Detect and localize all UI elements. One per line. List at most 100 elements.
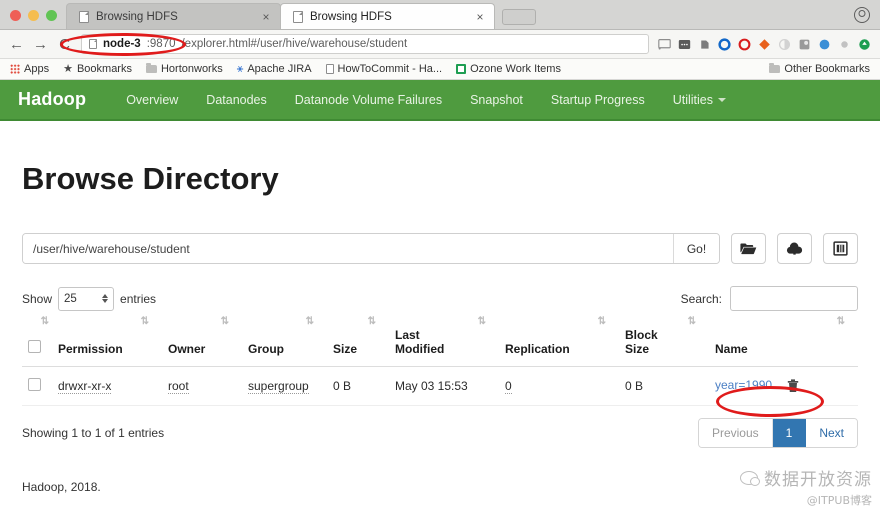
column-name[interactable]: ⇅ Name <box>709 325 858 366</box>
hadoop-brand[interactable]: Hadoop <box>18 89 86 110</box>
nav-item-overview[interactable]: Overview <box>112 93 192 107</box>
page-footer: Hadoop, 2018. <box>22 480 858 494</box>
evernote-icon[interactable] <box>698 38 711 51</box>
trash-icon[interactable] <box>787 379 799 393</box>
sort-icon[interactable]: ⇅ <box>688 316 695 328</box>
cut-paste-button[interactable] <box>823 233 858 264</box>
grey-dot-icon[interactable] <box>838 38 851 51</box>
close-window-button[interactable] <box>10 10 21 21</box>
maximize-window-button[interactable] <box>46 10 57 21</box>
sort-icon[interactable]: ⇅ <box>141 316 148 328</box>
reload-button[interactable]: C <box>57 37 72 52</box>
nav-item-datanode-volume-failures[interactable]: Datanode Volume Failures <box>281 93 456 107</box>
minimize-window-button[interactable] <box>28 10 39 21</box>
tab-strip: Browsing HDFS × Browsing HDFS × <box>0 0 880 30</box>
cell-permission: drwxr-xr-x <box>52 366 162 405</box>
path-input-group: Go! <box>22 233 720 264</box>
url-port: :9870 <box>147 38 176 50</box>
sort-icon[interactable]: ⇅ <box>478 316 485 328</box>
show-entries-control: Show 25 entries <box>22 287 156 311</box>
column-owner[interactable]: ⇅ Owner <box>162 325 242 366</box>
select-all-checkbox[interactable] <box>28 340 41 353</box>
pagination-page-1[interactable]: 1 <box>773 419 807 447</box>
nav-item-startup-progress[interactable]: Startup Progress <box>537 93 659 107</box>
orange-diamond-icon[interactable] <box>758 38 771 51</box>
forward-button[interactable]: → <box>33 37 48 52</box>
bookmark-howtocommit[interactable]: HowToCommit - Ha... <box>326 63 443 75</box>
cell-owner: root <box>162 366 242 405</box>
files-table-body: drwxr-xr-x root supergroup 0 B May 03 15… <box>22 366 858 405</box>
nav-item-datanodes[interactable]: Datanodes <box>192 93 280 107</box>
column-last-modified[interactable]: ⇅ Last Modified <box>389 325 499 366</box>
column-block-size[interactable]: ⇅ Block Size <box>619 325 709 366</box>
chevron-down-icon <box>718 98 726 102</box>
blue-ring-icon[interactable] <box>718 38 731 51</box>
tab-title: Browsing HDFS <box>310 11 467 23</box>
row-checkbox[interactable] <box>28 378 41 391</box>
dots-box-icon[interactable] <box>678 38 691 51</box>
sort-icon[interactable]: ⇅ <box>306 316 313 328</box>
cast-icon[interactable] <box>658 38 671 51</box>
column-size[interactable]: ⇅ Size <box>327 325 389 366</box>
close-tab-icon[interactable]: × <box>260 10 272 24</box>
blue-globe-icon[interactable] <box>818 38 831 51</box>
grey-ring-icon[interactable] <box>778 38 791 51</box>
new-directory-button[interactable] <box>731 233 766 264</box>
sort-icon[interactable]: ⇅ <box>598 316 605 328</box>
column-group[interactable]: ⇅ Group <box>242 325 327 366</box>
grey-square-icon[interactable] <box>798 38 811 51</box>
browser-tab-2[interactable]: Browsing HDFS × <box>280 3 495 29</box>
hadoop-navbar: Hadoop Overview Datanodes Datanode Volum… <box>0 80 880 121</box>
row-select-cell[interactable] <box>22 366 52 405</box>
bookmark-label: Apache JIRA <box>247 63 311 75</box>
column-label: Size <box>333 342 357 356</box>
browser-tab-1[interactable]: Browsing HDFS × <box>66 3 281 29</box>
profile-avatar-icon[interactable] <box>854 7 870 23</box>
search-input[interactable] <box>730 286 858 311</box>
column-replication[interactable]: ⇅ Replication <box>499 325 619 366</box>
column-select-all[interactable]: ⇅ <box>22 325 52 366</box>
window-controls <box>0 10 66 29</box>
page-size-select[interactable]: 25 <box>58 287 114 311</box>
bookmark-hortonworks[interactable]: Hortonworks <box>146 63 223 75</box>
nav-item-utilities[interactable]: Utilities <box>659 93 740 107</box>
path-input[interactable] <box>23 234 673 263</box>
opera-icon[interactable] <box>738 38 751 51</box>
close-tab-icon[interactable]: × <box>474 10 486 24</box>
cell-group: supergroup <box>242 366 327 405</box>
apps-grid-icon <box>10 64 20 74</box>
cell-last-modified: May 03 15:53 <box>389 366 499 405</box>
table-row[interactable]: drwxr-xr-x root supergroup 0 B May 03 15… <box>22 366 858 405</box>
sort-icon[interactable]: ⇅ <box>837 316 844 328</box>
cell-name: year=1990 <box>709 366 858 405</box>
go-button[interactable]: Go! <box>673 234 719 263</box>
upload-files-button[interactable] <box>777 233 812 264</box>
replication-value: 0 <box>505 379 512 394</box>
bookmark-apps[interactable]: Apps <box>10 63 49 75</box>
bookmark-other-bookmarks[interactable]: Other Bookmarks <box>769 63 870 75</box>
new-tab-button[interactable] <box>502 9 536 25</box>
page-info-icon[interactable] <box>89 39 97 49</box>
tab-title: Browsing HDFS <box>96 11 253 23</box>
folder-open-icon <box>740 242 757 256</box>
file-name-link[interactable]: year=1990 <box>715 378 772 392</box>
bookmark-bookmarks[interactable]: ★ Bookmarks <box>63 63 132 75</box>
address-bar[interactable]: node-3:9870/explorer.html#/user/hive/war… <box>81 34 649 54</box>
sort-icon[interactable]: ⇅ <box>41 316 48 328</box>
sort-icon[interactable]: ⇅ <box>221 316 228 328</box>
column-permission[interactable]: ⇅ Permission <box>52 325 162 366</box>
sort-icon[interactable]: ⇅ <box>368 316 375 328</box>
back-button[interactable]: ← <box>9 37 24 52</box>
spreadsheet-icon <box>456 64 466 74</box>
search-control: Search: <box>681 286 858 311</box>
pagination: Previous 1 Next <box>698 418 858 448</box>
owner-value: root <box>168 379 189 394</box>
pagination-previous[interactable]: Previous <box>699 419 773 447</box>
watermark-main-text: 数据开放资源 <box>764 465 872 490</box>
watermark-main-row: 数据开放资源 <box>740 465 872 490</box>
nav-item-snapshot[interactable]: Snapshot <box>456 93 537 107</box>
green-circle-icon[interactable] <box>858 38 871 51</box>
bookmark-ozone-work-items[interactable]: Ozone Work Items <box>456 63 561 75</box>
pagination-next[interactable]: Next <box>806 419 857 447</box>
bookmark-apache-jira[interactable]: ⚹ Apache JIRA <box>237 63 312 75</box>
